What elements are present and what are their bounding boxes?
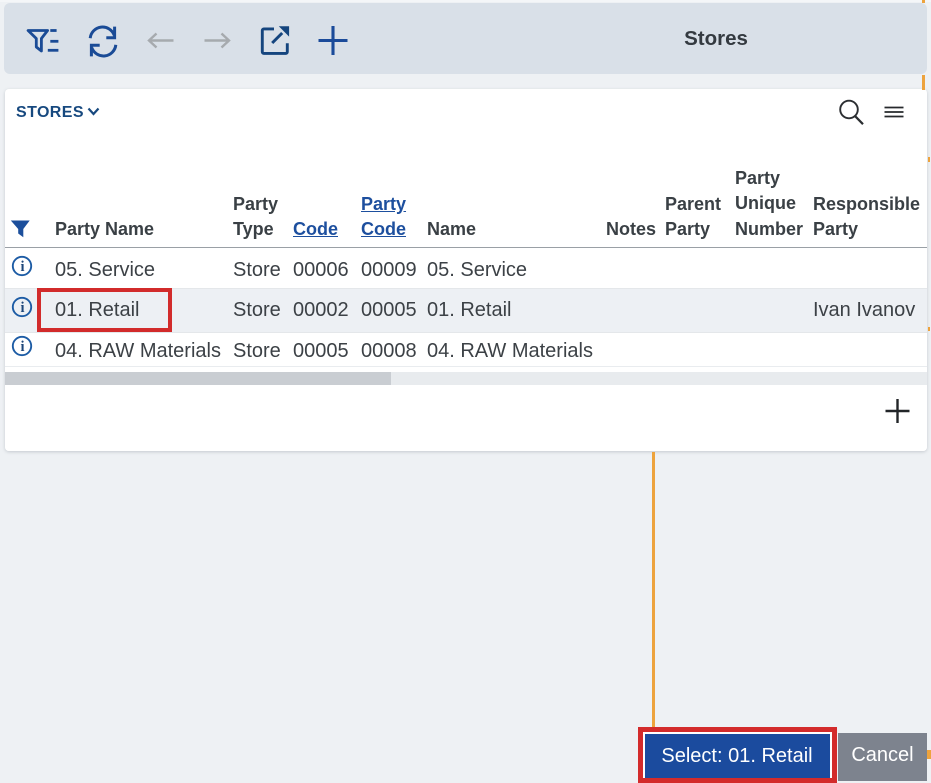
svg-text:i: i: [20, 339, 24, 355]
svg-text:i: i: [20, 300, 24, 316]
svg-text:i: i: [20, 259, 24, 275]
